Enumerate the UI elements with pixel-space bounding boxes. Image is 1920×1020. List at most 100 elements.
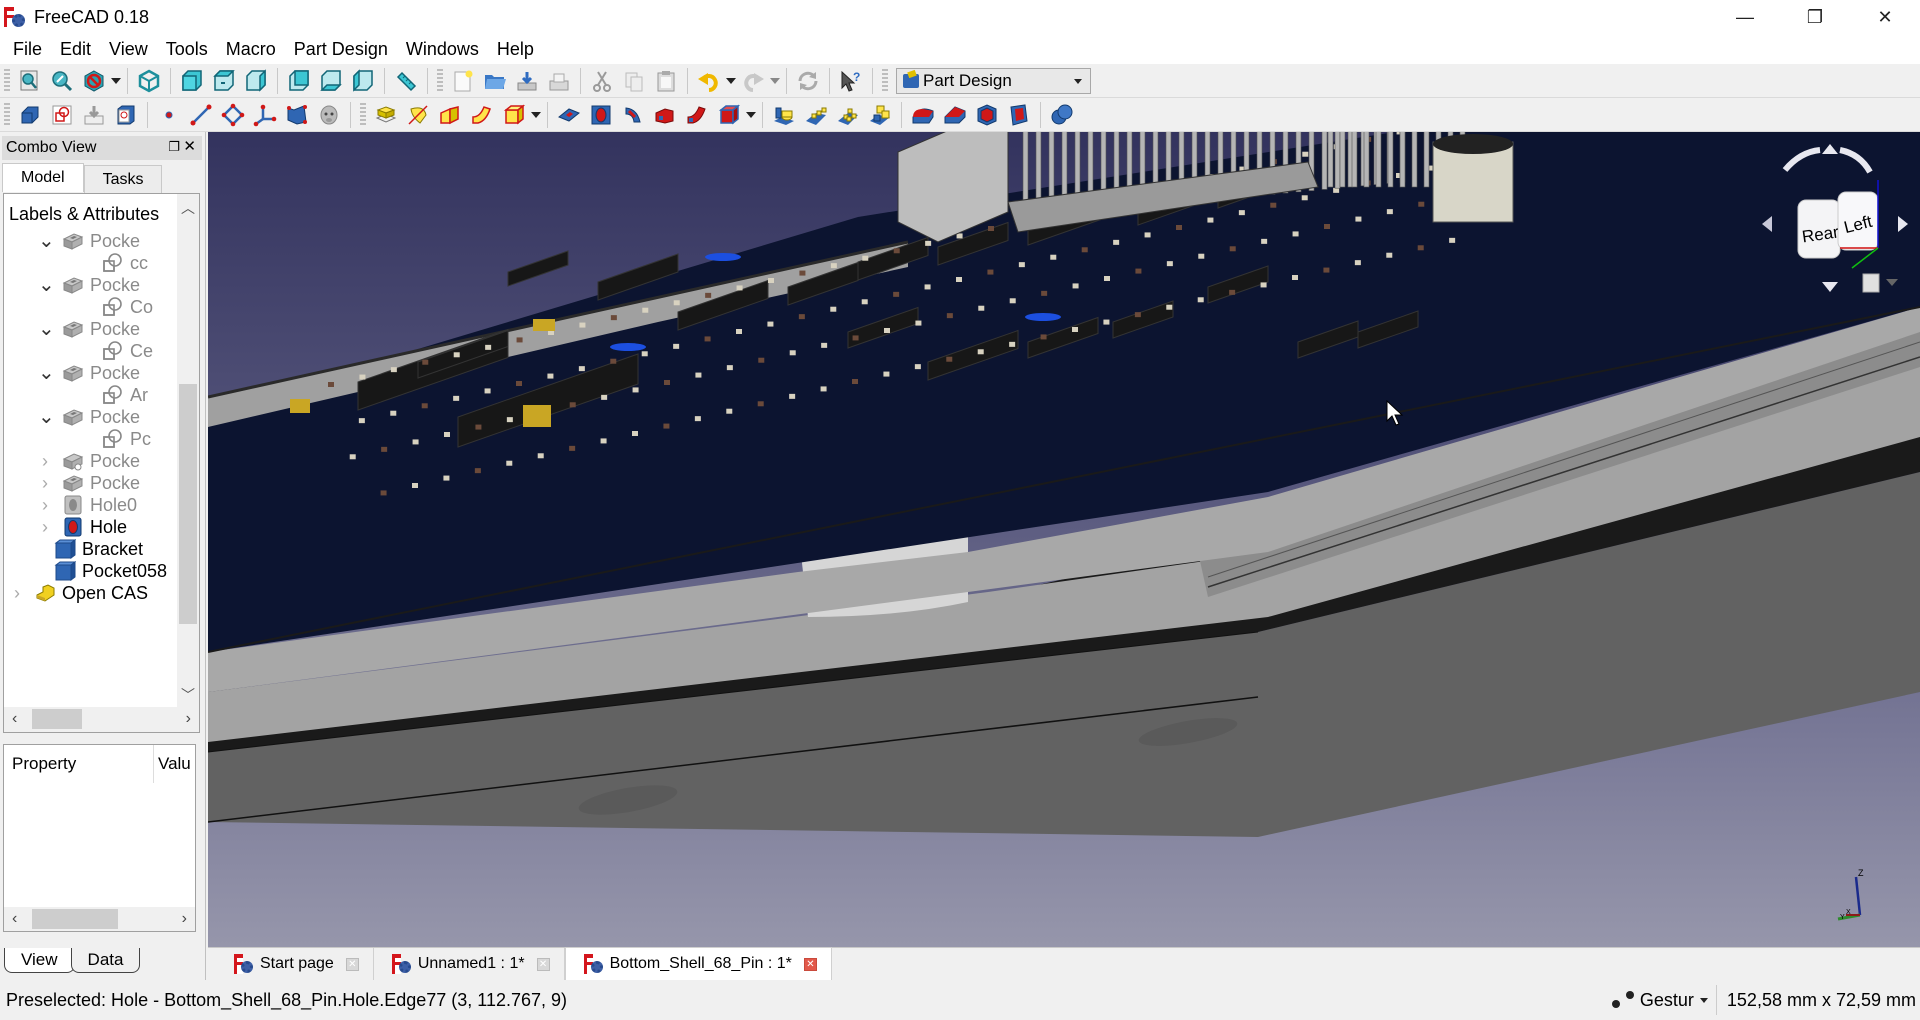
close-tab-icon[interactable]: ✕ — [345, 957, 359, 971]
nav-right-arrow-icon[interactable] — [1898, 216, 1908, 232]
scroll-left-icon[interactable]: ‹ — [12, 910, 17, 928]
rotate-right-arrow-icon[interactable] — [1839, 147, 1873, 174]
tab-tasks[interactable]: Tasks — [83, 165, 163, 193]
redo-button[interactable] — [739, 67, 767, 95]
navigation-style-selector[interactable]: Gestur — [1611, 985, 1717, 1015]
revolution-button[interactable] — [404, 101, 432, 129]
subtractive-pipe-button[interactable] — [683, 101, 711, 129]
multi-transform-button[interactable] — [866, 101, 894, 129]
redo-dropdown[interactable] — [769, 67, 781, 95]
new-document-button[interactable] — [449, 67, 477, 95]
collapsed-chevron-icon[interactable]: › — [38, 496, 52, 514]
minimize-button[interactable]: — — [1710, 0, 1780, 34]
workbench-selector[interactable]: Part Design — [896, 67, 1091, 94]
subshape-binder-button[interactable] — [283, 101, 311, 129]
menu-tools[interactable]: Tools — [157, 39, 217, 60]
doc-tab-unnamed1[interactable]: Unnamed1 : 1* ✕ — [373, 948, 565, 980]
groove-button[interactable] — [619, 101, 647, 129]
draft-button[interactable] — [973, 101, 1001, 129]
draw-style-dropdown[interactable] — [110, 67, 122, 95]
scrollbar-thumb[interactable] — [179, 384, 197, 624]
additive-primitive-button[interactable] — [500, 101, 528, 129]
refresh-button[interactable] — [794, 67, 822, 95]
right-view-button[interactable] — [242, 67, 270, 95]
model-tree[interactable]: Labels & Attributes ⌄ Pocke cc ⌄ Pocke Co ⌄ Poc… — [3, 193, 200, 733]
scroll-right-icon[interactable]: › — [186, 710, 191, 728]
collapsed-chevron-icon[interactable]: › — [10, 584, 24, 602]
shape-binder-button[interactable] — [112, 101, 140, 129]
view-menu-caret-icon[interactable] — [1886, 279, 1898, 286]
nav-left-arrow-icon[interactable] — [1762, 216, 1772, 232]
undo-button[interactable] — [695, 67, 723, 95]
linear-pattern-button[interactable] — [802, 101, 830, 129]
clone-button[interactable] — [315, 101, 343, 129]
mirrored-button[interactable] — [770, 101, 798, 129]
scroll-left-icon[interactable]: ‹ — [12, 710, 17, 728]
property-column-header[interactable]: Property — [4, 745, 154, 783]
open-document-button[interactable] — [481, 67, 509, 95]
measure-distance-button[interactable] — [392, 67, 420, 95]
whats-this-button[interactable]: ? — [837, 67, 865, 95]
thickness-button[interactable] — [1005, 101, 1033, 129]
scroll-up-icon[interactable]: ︿ — [181, 198, 195, 218]
chamfer-button[interactable] — [941, 101, 969, 129]
collapsed-chevron-icon[interactable]: › — [38, 452, 52, 470]
draw-style-button[interactable] — [80, 67, 108, 95]
scroll-right-icon[interactable]: › — [182, 910, 187, 928]
fit-selection-button[interactable] — [48, 67, 76, 95]
scrollbar-thumb[interactable] — [32, 709, 82, 729]
additive-primitive-dropdown[interactable] — [530, 101, 542, 129]
nav-up-arrow-icon[interactable] — [1822, 144, 1838, 154]
doc-tab-bottom-shell[interactable]: Bottom_Shell_68_Pin : 1* ✕ — [564, 947, 832, 980]
scrollbar-thumb[interactable] — [32, 909, 118, 929]
scroll-down-icon[interactable]: ﹀ — [181, 685, 195, 705]
collapsed-chevron-icon[interactable]: › — [38, 518, 52, 536]
undo-dropdown[interactable] — [725, 67, 737, 95]
doc-tab-start-page[interactable]: Start page ✕ — [216, 948, 374, 980]
nav-down-arrow-icon[interactable] — [1822, 282, 1838, 292]
hole-button[interactable] — [587, 101, 615, 129]
print-button[interactable] — [545, 67, 573, 95]
navigation-cube[interactable]: Rear Left — [1740, 140, 1910, 300]
fit-all-button[interactable] — [16, 67, 44, 95]
additive-pipe-button[interactable] — [468, 101, 496, 129]
polar-pattern-button[interactable] — [834, 101, 862, 129]
bottom-view-button[interactable] — [317, 67, 345, 95]
collapsed-chevron-icon[interactable]: › — [38, 474, 52, 492]
copy-button[interactable] — [620, 67, 648, 95]
rotate-left-arrow-icon[interactable] — [1782, 147, 1821, 172]
paste-button[interactable] — [652, 67, 680, 95]
front-view-button[interactable] — [178, 67, 206, 95]
tree-horizontal-scrollbar[interactable]: ‹ › — [4, 707, 199, 732]
property-horizontal-scrollbar[interactable]: ‹ › — [4, 907, 195, 931]
tab-view[interactable]: View — [4, 948, 75, 973]
boolean-button[interactable] — [1048, 101, 1076, 129]
save-document-button[interactable] — [513, 67, 541, 95]
fillet-button[interactable] — [909, 101, 937, 129]
left-view-button[interactable] — [349, 67, 377, 95]
top-view-button[interactable] — [210, 67, 238, 95]
close-tab-icon[interactable]: ✕ — [803, 957, 817, 971]
isometric-view-button[interactable] — [135, 67, 163, 95]
restore-button[interactable]: ❐ — [1780, 0, 1850, 34]
pad-button[interactable] — [372, 101, 400, 129]
additive-loft-button[interactable] — [436, 101, 464, 129]
local-coordinate-system-button[interactable] — [251, 101, 279, 129]
menu-help[interactable]: Help — [488, 39, 543, 60]
close-panel-icon[interactable]: ✕ — [183, 137, 196, 155]
toolbar-grip[interactable] — [882, 68, 888, 93]
datum-plane-button[interactable] — [219, 101, 247, 129]
float-panel-icon[interactable]: ❐ — [168, 139, 180, 155]
cut-button[interactable] — [588, 67, 616, 95]
expanded-chevron-icon[interactable]: ⌄ — [38, 363, 55, 383]
3d-scene[interactable] — [208, 132, 1920, 947]
rear-view-button[interactable] — [285, 67, 313, 95]
validate-sketch-button[interactable] — [80, 101, 108, 129]
expanded-chevron-icon[interactable]: ⌄ — [38, 231, 55, 251]
expanded-chevron-icon[interactable]: ⌄ — [38, 407, 55, 427]
3d-viewport[interactable]: Rear Left Z X Y — [208, 132, 1920, 947]
subtractive-primitive-dropdown[interactable] — [745, 101, 757, 129]
toolbar-grip[interactable] — [360, 102, 366, 127]
datum-line-button[interactable] — [187, 101, 215, 129]
expanded-chevron-icon[interactable]: ⌄ — [38, 319, 55, 339]
